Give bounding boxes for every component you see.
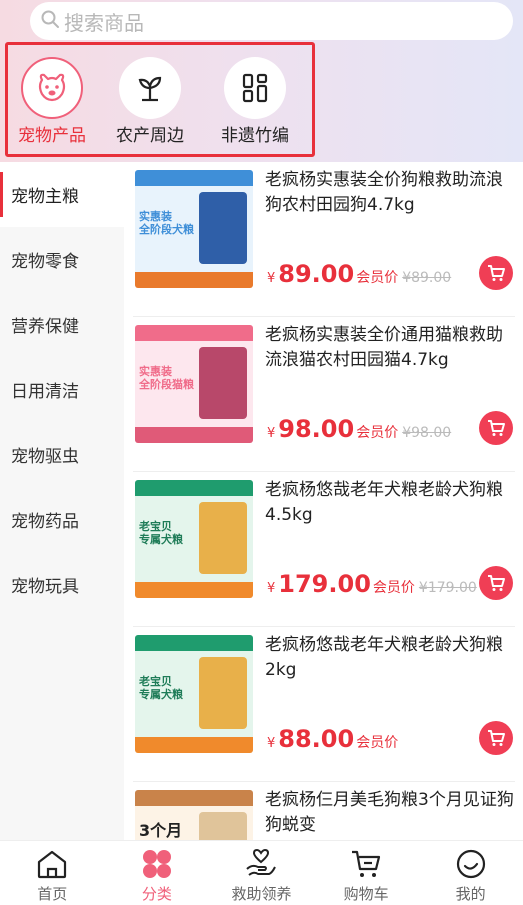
original-price: ¥179.00 [418, 580, 477, 596]
product-name: 老疯杨实惠装全价通用猫粮救助流浪猫农村田园猫4.7kg [265, 325, 503, 370]
sidebar: 宠物主粮 宠物零食 营养保健 日用清洁 宠物驱虫 宠物药品 宠物玩具 [0, 162, 124, 840]
original-price: ¥89.00 [402, 270, 452, 286]
tab-cart[interactable]: 购物车 [314, 841, 419, 905]
sidebar-item-nutrition[interactable]: 营养保健 [0, 292, 124, 357]
product-name: 老疯杨仨月美毛狗粮3个月见证狗狗蜕变 [265, 790, 514, 835]
product-name: 老疯杨实惠装全价狗粮救助流浪狗农村田园狗4.7kg [265, 170, 503, 215]
product-image[interactable]: 实惠装 全阶段犬粮 [135, 170, 253, 288]
tab-label: 救助领养 [231, 885, 292, 903]
product-image[interactable]: 3个月 [135, 790, 253, 840]
profile-icon [456, 849, 485, 879]
add-to-cart-button[interactable] [479, 411, 513, 445]
search-bar[interactable]: 搜索商品 [30, 2, 513, 40]
sidebar-item-snacks[interactable]: 宠物零食 [0, 227, 124, 292]
product-price: ¥ 98.00 会员价 ¥98.00 [267, 415, 452, 443]
tab-profile[interactable]: 我的 [418, 841, 523, 905]
search-icon [40, 9, 60, 33]
tab-label: 我的 [455, 885, 486, 903]
add-to-cart-button[interactable] [479, 721, 513, 755]
product-price: ¥ 89.00 会员价 ¥89.00 [267, 260, 452, 288]
product-item[interactable]: 老宝贝 专属犬粮 老疯杨悠哉老年犬粮老龄犬狗粮2kg ¥ 88.00 会员价 [133, 627, 515, 782]
product-image[interactable]: 实惠装 全阶段猫粮 [135, 325, 253, 443]
product-image[interactable]: 老宝贝 专属犬粮 [135, 480, 253, 598]
category-bamboo-weaving[interactable]: 非遗竹编 [205, 57, 305, 146]
tab-label: 首页 [37, 885, 68, 903]
category-agri-products[interactable]: 农产周边 [100, 57, 200, 146]
category-icon [142, 850, 171, 878]
tab-label: 分类 [141, 885, 172, 903]
add-to-cart-button[interactable] [479, 256, 513, 290]
product-image[interactable]: 老宝贝 专属犬粮 [135, 635, 253, 753]
product-list: 实惠装 全阶段犬粮 老疯杨实惠装全价狗粮救助流浪狗农村田园狗4.7kg ¥ 89.… [133, 162, 515, 840]
sidebar-item-deworming[interactable]: 宠物驱虫 [0, 422, 124, 487]
product-item[interactable]: 3个月 老疯杨仨月美毛狗粮3个月见证狗狗蜕变 [133, 782, 515, 840]
product-item[interactable]: 老宝贝 专属犬粮 老疯杨悠哉老年犬粮老龄犬狗粮4.5kg ¥ 179.00 会员价… [133, 472, 515, 627]
product-name: 老疯杨悠哉老年犬粮老龄犬狗粮4.5kg [265, 480, 503, 525]
sprout-icon [119, 57, 181, 119]
cart-icon [352, 850, 381, 877]
tab-rescue-adopt[interactable]: 救助领养 [209, 841, 314, 905]
home-icon [38, 850, 67, 879]
sidebar-item-medicine[interactable]: 宠物药品 [0, 487, 124, 552]
category-label: 宠物产品 [18, 126, 86, 146]
rescue-hand-icon [246, 848, 277, 876]
tab-home[interactable]: 首页 [0, 841, 105, 905]
category-label: 农产周边 [116, 126, 184, 146]
product-name: 老疯杨悠哉老年犬粮老龄犬狗粮2kg [265, 635, 503, 680]
bottom-tab-bar: 首页 分类 救助领养 购物车 我的 [0, 840, 523, 905]
category-label: 非遗竹编 [221, 126, 289, 146]
tab-label: 购物车 [343, 885, 389, 903]
product-item[interactable]: 实惠装 全阶段犬粮 老疯杨实惠装全价狗粮救助流浪狗农村田园狗4.7kg ¥ 89.… [133, 162, 515, 317]
search-input[interactable]: 搜索商品 [64, 7, 144, 36]
bamboo-weave-icon [224, 57, 286, 119]
top-category-group: 宠物产品 农产周边 非遗竹编 [5, 42, 315, 157]
sidebar-item-staple-food[interactable]: 宠物主粮 [0, 162, 124, 227]
sidebar-item-cleaning[interactable]: 日用清洁 [0, 357, 124, 422]
add-to-cart-button[interactable] [479, 566, 513, 600]
pet-face-icon [21, 57, 83, 119]
tab-category[interactable]: 分类 [105, 841, 210, 905]
category-pet-products[interactable]: 宠物产品 [2, 57, 102, 146]
original-price: ¥98.00 [402, 425, 452, 441]
product-price: ¥ 179.00 会员价 ¥179.00 [267, 570, 477, 598]
product-item[interactable]: 实惠装 全阶段猫粮 老疯杨实惠装全价通用猫粮救助流浪猫农村田园猫4.7kg ¥ 9… [133, 317, 515, 472]
sidebar-item-toys[interactable]: 宠物玩具 [0, 552, 124, 617]
product-price: ¥ 88.00 会员价 [267, 725, 399, 753]
